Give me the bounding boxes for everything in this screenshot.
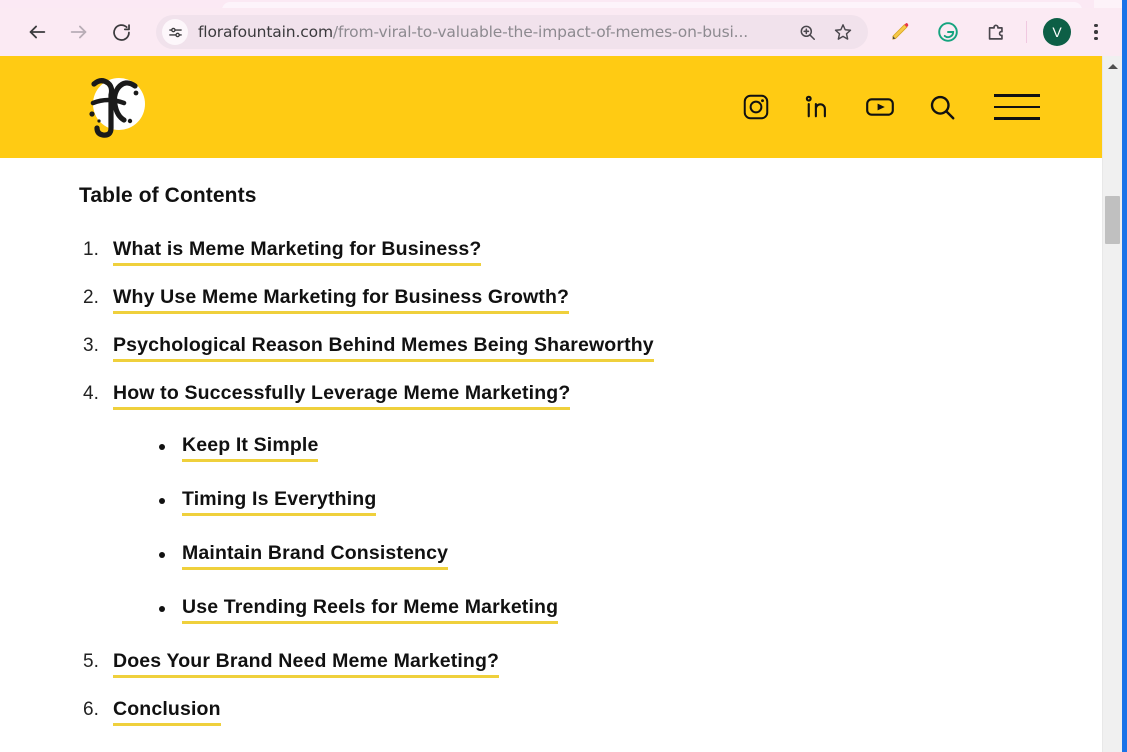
back-button[interactable] bbox=[20, 15, 54, 49]
window-focus-border bbox=[1122, 0, 1127, 752]
youtube-icon[interactable] bbox=[862, 89, 898, 125]
linkedin-icon[interactable] bbox=[800, 89, 836, 125]
site-header bbox=[0, 56, 1102, 158]
forward-button[interactable] bbox=[62, 15, 96, 49]
toc-link-conclusion[interactable]: Conclusion bbox=[113, 698, 221, 726]
toc-subitem-timing-is-everything: Timing Is Everything bbox=[153, 488, 1102, 516]
site-nav bbox=[738, 56, 1040, 158]
table-of-contents-heading: Table of Contents bbox=[79, 184, 257, 207]
reload-button[interactable] bbox=[104, 15, 138, 49]
toc-subitem-use-trending-reels: Use Trending Reels for Meme Marketing bbox=[153, 596, 1102, 624]
hamburger-bar bbox=[994, 105, 1040, 109]
toolbar-divider bbox=[1026, 21, 1027, 43]
toc-link-maintain-brand-consistency[interactable]: Maintain Brand Consistency bbox=[182, 542, 449, 570]
toc-link-use-trending-reels[interactable]: Use Trending Reels for Meme Marketing bbox=[182, 596, 559, 624]
menu-icon[interactable] bbox=[994, 92, 1040, 122]
reload-icon bbox=[111, 22, 132, 43]
hamburger-bar bbox=[994, 117, 1040, 120]
scroll-up-arrow-icon[interactable] bbox=[1103, 56, 1122, 76]
extensions-puzzle-icon[interactable] bbox=[979, 15, 1013, 49]
toc-item-6: Conclusion bbox=[79, 698, 1102, 726]
address-bar[interactable]: florafountain.com/from-viral-to-valuable… bbox=[156, 15, 868, 49]
kebab-dot bbox=[1094, 23, 1098, 28]
toc-link-keep-it-simple[interactable]: Keep It Simple bbox=[182, 434, 319, 462]
site-info-icon[interactable] bbox=[162, 19, 188, 45]
toc-item-4: How to Successfully Leverage Meme Market… bbox=[79, 382, 1102, 624]
forward-arrow-icon bbox=[68, 21, 90, 43]
chrome-menu-button[interactable] bbox=[1081, 15, 1111, 49]
toc-link-timing-is-everything[interactable]: Timing Is Everything bbox=[182, 488, 377, 516]
profile-avatar[interactable]: V bbox=[1043, 18, 1071, 46]
search-icon[interactable] bbox=[924, 89, 960, 125]
page-viewport: Table of Contents What is Meme Marketing… bbox=[0, 56, 1102, 752]
toc-link-why-use-meme-marketing[interactable]: Why Use Meme Marketing for Business Grow… bbox=[113, 286, 570, 314]
toc-link-does-your-brand-need[interactable]: Does Your Brand Need Meme Marketing? bbox=[113, 650, 500, 678]
table-of-contents-list: What is Meme Marketing for Business? Why… bbox=[0, 238, 1102, 726]
scrollbar-thumb[interactable] bbox=[1105, 196, 1120, 244]
toc-item-5: Does Your Brand Need Meme Marketing? bbox=[79, 650, 1102, 678]
site-logo[interactable] bbox=[78, 70, 156, 144]
bookmark-star-icon[interactable] bbox=[828, 17, 858, 47]
hamburger-bar bbox=[994, 94, 1040, 97]
toc-subitem-maintain-brand-consistency: Maintain Brand Consistency bbox=[153, 542, 1102, 570]
toc-item-3: Psychological Reason Behind Memes Being … bbox=[79, 334, 1102, 362]
toc-subitem-keep-it-simple: Keep It Simple bbox=[153, 434, 1102, 462]
back-arrow-icon bbox=[26, 21, 48, 43]
url-path: /from-viral-to-valuable-the-impact-of-me… bbox=[332, 23, 749, 41]
scroll-up-triangle bbox=[1107, 63, 1118, 69]
toc-item-1: What is Meme Marketing for Business? bbox=[79, 238, 1102, 266]
browser-window: florafountain.com/from-viral-to-valuable… bbox=[0, 0, 1127, 752]
toc-item-2: Why Use Meme Marketing for Business Grow… bbox=[79, 286, 1102, 314]
page-scrollbar[interactable] bbox=[1102, 56, 1122, 752]
url-host: florafountain.com bbox=[198, 23, 333, 41]
toc-link-how-to-leverage[interactable]: How to Successfully Leverage Meme Market… bbox=[113, 382, 571, 410]
browser-toolbar: florafountain.com/from-viral-to-valuable… bbox=[0, 8, 1127, 56]
url-text: florafountain.com/from-viral-to-valuable… bbox=[198, 23, 792, 41]
grammarly-icon[interactable] bbox=[931, 15, 965, 49]
kebab-dot bbox=[1094, 36, 1098, 41]
zoom-icon[interactable] bbox=[792, 17, 822, 47]
kebab-dot bbox=[1094, 30, 1098, 34]
toc-sublist: Keep It Simple Timing Is Everything Main… bbox=[113, 434, 1102, 624]
tab-strip bbox=[0, 0, 1127, 10]
instagram-icon[interactable] bbox=[738, 89, 774, 125]
toc-link-what-is-meme-marketing[interactable]: What is Meme Marketing for Business? bbox=[113, 238, 482, 266]
toc-link-psychological-reason[interactable]: Psychological Reason Behind Memes Being … bbox=[113, 334, 654, 362]
window-focus-border-top bbox=[1122, 0, 1127, 8]
pencil-extension-icon[interactable] bbox=[883, 15, 917, 49]
article-content: Table of Contents What is Meme Marketing… bbox=[0, 158, 1102, 752]
